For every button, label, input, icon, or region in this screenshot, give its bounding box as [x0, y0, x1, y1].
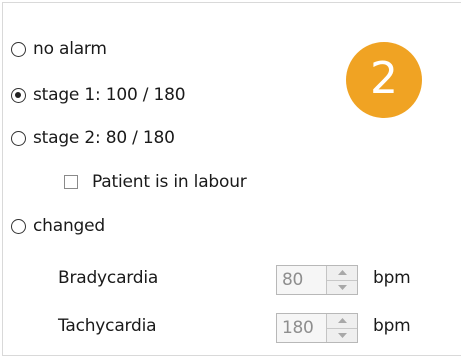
option-changed[interactable]: changed	[11, 216, 105, 236]
arrow-up-icon	[337, 270, 347, 276]
bradycardia-label: Bradycardia	[58, 268, 159, 288]
tachycardia-increment-button[interactable]	[327, 314, 357, 328]
tachycardia-decrement-button[interactable]	[327, 327, 357, 342]
changed-radio[interactable]	[11, 218, 26, 234]
stage-2-radio[interactable]	[11, 130, 26, 146]
tachycardia-value[interactable]: 180	[277, 314, 326, 342]
bradycardia-increment-button[interactable]	[327, 266, 357, 280]
arrow-up-icon	[337, 318, 347, 324]
bradycardia-spinbox[interactable]: 80	[276, 265, 358, 295]
step-number: 2	[370, 52, 398, 104]
tachycardia-spinbox[interactable]: 180	[276, 313, 358, 343]
bradycardia-value[interactable]: 80	[277, 266, 326, 294]
stage-2-label: stage 2: 80 / 180	[33, 128, 175, 148]
alarm-settings-panel: no alarm stage 1: 100 / 180 stage 2: 80 …	[2, 2, 461, 356]
bradycardia-spin-buttons	[326, 266, 357, 294]
option-stage-2[interactable]: stage 2: 80 / 180	[11, 128, 175, 148]
tachycardia-spin-buttons	[326, 314, 357, 342]
bradycardia-decrement-button[interactable]	[327, 279, 357, 294]
labour-label: Patient is in labour	[92, 172, 247, 192]
stage-1-label: stage 1: 100 / 180	[33, 85, 186, 105]
step-number-badge: 2	[346, 42, 422, 118]
arrow-down-icon	[337, 332, 347, 338]
stage-1-radio[interactable]	[11, 87, 26, 103]
arrow-down-icon	[337, 284, 347, 290]
no-alarm-label: no alarm	[33, 39, 107, 59]
bradycardia-unit: bpm	[373, 268, 411, 288]
labour-checkbox[interactable]	[64, 175, 78, 189]
option-no-alarm[interactable]: no alarm	[11, 39, 107, 59]
labour-option[interactable]: Patient is in labour	[64, 172, 247, 192]
changed-label: changed	[33, 216, 105, 236]
option-stage-1[interactable]: stage 1: 100 / 180	[11, 85, 186, 105]
tachycardia-label: Tachycardia	[58, 316, 157, 336]
tachycardia-unit: bpm	[373, 316, 411, 336]
no-alarm-radio[interactable]	[11, 41, 26, 57]
